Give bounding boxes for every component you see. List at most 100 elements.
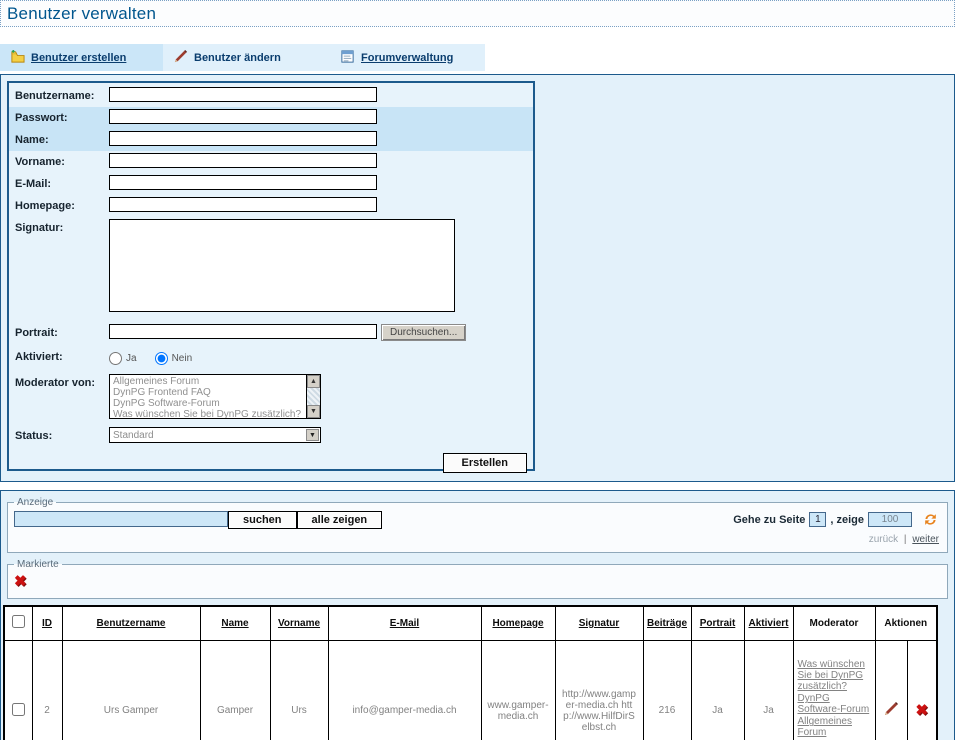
cell-homepage: www.gamper-media.ch bbox=[481, 640, 555, 740]
tab-forumverwaltung[interactable]: Forumverwaltung bbox=[330, 44, 485, 71]
sort-homepage[interactable]: Homepage bbox=[492, 618, 543, 629]
listbox-option[interactable]: DynPG Software-Forum bbox=[113, 398, 306, 409]
header-moderator: Moderator bbox=[810, 618, 859, 629]
scrollbar-track[interactable] bbox=[307, 388, 320, 405]
vorname-input[interactable] bbox=[109, 153, 377, 168]
form-row-email: E-Mail: bbox=[9, 173, 533, 195]
sort-id[interactable]: ID bbox=[42, 618, 52, 629]
browse-button[interactable]: Durchsuchen... bbox=[381, 324, 466, 341]
scroll-up-icon[interactable]: ▲ bbox=[307, 375, 320, 388]
delete-user-icon[interactable]: ✖ bbox=[915, 704, 928, 718]
form-row-benutzername: Benutzername: bbox=[9, 85, 533, 107]
sort-email[interactable]: E-Mail bbox=[390, 618, 419, 629]
cell-beitraege: 216 bbox=[643, 640, 691, 740]
cell-vorname: Urs bbox=[270, 640, 328, 740]
cell-edit-action bbox=[875, 640, 907, 740]
table-row: 2 Urs Gamper Gamper Urs info@gamper-medi… bbox=[4, 640, 937, 740]
table-header-row: ID Benutzername Name Vorname E-Mail Home… bbox=[4, 606, 937, 640]
aktiviert-nein-label: Nein bbox=[172, 353, 193, 364]
listbox-option[interactable]: DynPG Frontend FAQ bbox=[113, 387, 306, 398]
listbox-option[interactable]: Was wünschen Sie bei DynPG zusätzlich? bbox=[113, 409, 306, 418]
suchen-button[interactable]: suchen bbox=[228, 511, 297, 529]
listbox-scrollbar[interactable]: ▲ ▼ bbox=[306, 375, 320, 418]
name-label: Name: bbox=[15, 131, 109, 146]
tab-benutzer-erstellen[interactable]: Benutzer erstellen bbox=[0, 44, 163, 71]
zurueck-link[interactable]: zurück bbox=[869, 534, 898, 545]
cell-delete-action: ✖ bbox=[907, 640, 937, 740]
cell-benutzername: Urs Gamper bbox=[62, 640, 200, 740]
sort-benutzername[interactable]: Benutzername bbox=[97, 618, 166, 629]
search-input[interactable] bbox=[14, 511, 228, 527]
aktiviert-ja-radio[interactable] bbox=[109, 352, 122, 365]
form-row-signatur: Signatur: bbox=[9, 217, 533, 317]
goto-page-label: Gehe zu Seite bbox=[733, 514, 805, 526]
weiter-link[interactable]: weiter bbox=[912, 534, 939, 545]
email-input[interactable] bbox=[109, 175, 377, 190]
form-row-moderator: Moderator von: Allgemeines Forum DynPG F… bbox=[9, 372, 533, 422]
listbox-option[interactable]: Allgemeines Forum bbox=[113, 376, 306, 387]
moderator-options: Allgemeines Forum DynPG Frontend FAQ Dyn… bbox=[110, 375, 306, 418]
moderator-listbox[interactable]: Allgemeines Forum DynPG Frontend FAQ Dyn… bbox=[109, 374, 321, 419]
markierte-fieldset: Markierte ✖ bbox=[7, 559, 948, 599]
tab-bar: Benutzer erstellen Benutzer ändern Forum… bbox=[0, 44, 955, 71]
delete-marked-icon[interactable]: ✖ bbox=[14, 575, 27, 589]
header-aktionen: Aktionen bbox=[884, 618, 927, 629]
form-row-status: Status: Standard ▼ bbox=[9, 425, 533, 447]
select-all-checkbox[interactable] bbox=[12, 615, 25, 628]
sort-signatur[interactable]: Signatur bbox=[579, 618, 620, 629]
erstellen-button[interactable]: Erstellen bbox=[443, 453, 527, 473]
form-row-name: Name: bbox=[9, 129, 533, 151]
sort-vorname[interactable]: Vorname bbox=[278, 618, 320, 629]
tab-label: Benutzer erstellen bbox=[31, 52, 126, 64]
homepage-input[interactable] bbox=[109, 197, 377, 212]
pagination-controls: Gehe zu Seite , zeige zurück | weiter bbox=[733, 511, 939, 545]
sort-beitraege[interactable]: Beiträge bbox=[647, 618, 687, 629]
page-number-input[interactable] bbox=[809, 512, 826, 527]
form-row-passwort: Passwort: bbox=[9, 107, 533, 129]
edit-user-icon[interactable] bbox=[883, 709, 899, 720]
forum-board-icon bbox=[340, 49, 355, 67]
moderator-forum-link[interactable]: DynPG Software-Forum bbox=[798, 693, 871, 715]
sort-portrait[interactable]: Portrait bbox=[700, 618, 736, 629]
cell-aktiviert: Ja bbox=[744, 640, 793, 740]
page-title: Benutzer verwalten bbox=[7, 4, 156, 24]
status-selected-value: Standard bbox=[110, 430, 306, 441]
signatur-label: Signatur: bbox=[15, 219, 109, 234]
user-list-panel: Anzeige suchen alle zeigen Gehe zu Seite… bbox=[0, 490, 955, 740]
row-checkbox[interactable] bbox=[12, 703, 25, 716]
portrait-file-input[interactable] bbox=[109, 324, 377, 339]
passwort-input[interactable] bbox=[109, 109, 377, 124]
form-row-aktiviert: Aktiviert: Ja Nein bbox=[9, 346, 533, 368]
new-user-folder-icon bbox=[10, 49, 25, 67]
moderator-forum-link[interactable]: Was wünschen Sie bei DynPG zusätzlich? bbox=[798, 659, 871, 692]
aktiviert-ja-label: Ja bbox=[126, 353, 137, 364]
select-all-cell bbox=[4, 606, 32, 640]
refresh-icon[interactable] bbox=[922, 511, 939, 528]
status-select[interactable]: Standard ▼ bbox=[109, 427, 321, 443]
alle-zeigen-button[interactable]: alle zeigen bbox=[297, 511, 383, 529]
benutzername-input[interactable] bbox=[109, 87, 377, 102]
homepage-label: Homepage: bbox=[15, 197, 109, 212]
sort-aktiviert[interactable]: Aktiviert bbox=[748, 618, 788, 629]
page-size-input[interactable] bbox=[868, 512, 912, 527]
cell-id: 2 bbox=[32, 640, 62, 740]
tab-label: Benutzer ändern bbox=[194, 52, 281, 64]
aktiviert-nein-radio[interactable] bbox=[155, 352, 168, 365]
anzeige-fieldset: Anzeige suchen alle zeigen Gehe zu Seite… bbox=[7, 497, 948, 553]
form-row-vorname: Vorname: bbox=[9, 151, 533, 173]
cell-moderator: Was wünschen Sie bei DynPG zusätzlich? D… bbox=[793, 640, 875, 740]
aktiviert-label: Aktiviert: bbox=[15, 348, 109, 363]
moderator-label: Moderator von: bbox=[15, 374, 109, 389]
anzeige-legend: Anzeige bbox=[14, 497, 56, 508]
scroll-down-icon[interactable]: ▼ bbox=[307, 405, 320, 418]
name-input[interactable] bbox=[109, 131, 377, 146]
users-table: ID Benutzername Name Vorname E-Mail Home… bbox=[3, 605, 938, 740]
signatur-textarea[interactable] bbox=[109, 219, 455, 312]
tab-benutzer-aendern[interactable]: Benutzer ändern bbox=[163, 44, 330, 71]
create-user-form: Benutzername: Passwort: Name: Vorname: E… bbox=[7, 81, 535, 471]
moderator-forum-link[interactable]: Allgemeines Forum bbox=[798, 716, 871, 738]
sort-name[interactable]: Name bbox=[221, 618, 248, 629]
form-row-portrait: Portrait: Durchsuchen... bbox=[9, 322, 533, 344]
email-label: E-Mail: bbox=[15, 175, 109, 190]
cell-portrait: Ja bbox=[691, 640, 744, 740]
